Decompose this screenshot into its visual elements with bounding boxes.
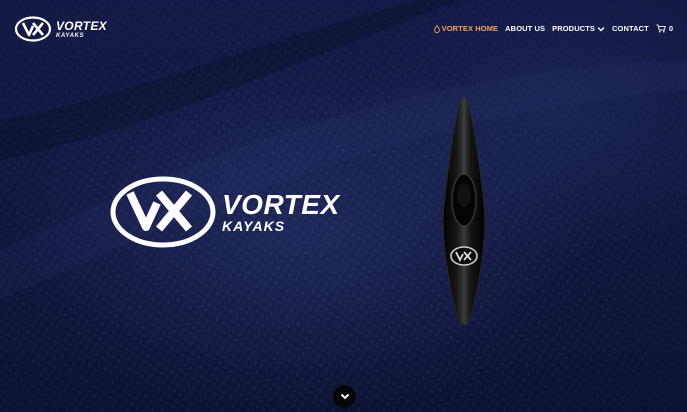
nav-item-label: CONTACT bbox=[612, 24, 649, 33]
page: VORTEX KAYAKS VORTEX HOME ABOUT US PRODU… bbox=[0, 0, 687, 412]
nav-item-label: ABOUT US bbox=[505, 24, 546, 33]
hero-word-vortex: VORTEX bbox=[222, 189, 340, 220]
kayak-image bbox=[442, 96, 486, 326]
nav-item-products[interactable]: PRODUCTS bbox=[552, 24, 605, 33]
chevron-down-icon bbox=[597, 26, 605, 31]
nav-item-vortex-home[interactable]: VORTEX HOME bbox=[433, 24, 499, 33]
vx-hero-logo-icon bbox=[110, 176, 216, 248]
brand-word-kayaks: KAYAKS bbox=[56, 32, 85, 39]
chevron-down-icon bbox=[340, 393, 349, 400]
vx-logo-icon bbox=[14, 16, 52, 42]
main-menu: VORTEX HOME ABOUT US PRODUCTS CONTACT 0 bbox=[433, 24, 673, 33]
cart-button[interactable]: 0 bbox=[656, 24, 673, 33]
hero-word-kayaks: KAYAKS bbox=[222, 218, 286, 234]
cart-count: 0 bbox=[668, 24, 673, 33]
nav-item-about-us[interactable]: ABOUT US bbox=[505, 24, 545, 33]
hero-wordmark: VORTEX KAYAKS bbox=[222, 189, 340, 234]
carbon-fabric-background bbox=[0, 0, 687, 412]
brand-wordmark: VORTEX KAYAKS bbox=[56, 20, 107, 39]
hero-logo: VORTEX KAYAKS bbox=[110, 175, 340, 249]
drop-icon bbox=[433, 24, 440, 33]
nav-item-label: PRODUCTS bbox=[552, 24, 596, 33]
brand-logo[interactable]: VORTEX KAYAKS bbox=[14, 15, 107, 43]
brand-word-vortex: VORTEX bbox=[56, 18, 107, 33]
cart-icon bbox=[656, 24, 666, 33]
nav-item-label: VORTEX HOME bbox=[441, 24, 499, 33]
top-navbar: VORTEX KAYAKS VORTEX HOME ABOUT US PRODU… bbox=[0, 0, 687, 56]
nav-item-contact[interactable]: CONTACT bbox=[612, 24, 649, 33]
scroll-down-button[interactable] bbox=[333, 385, 356, 408]
